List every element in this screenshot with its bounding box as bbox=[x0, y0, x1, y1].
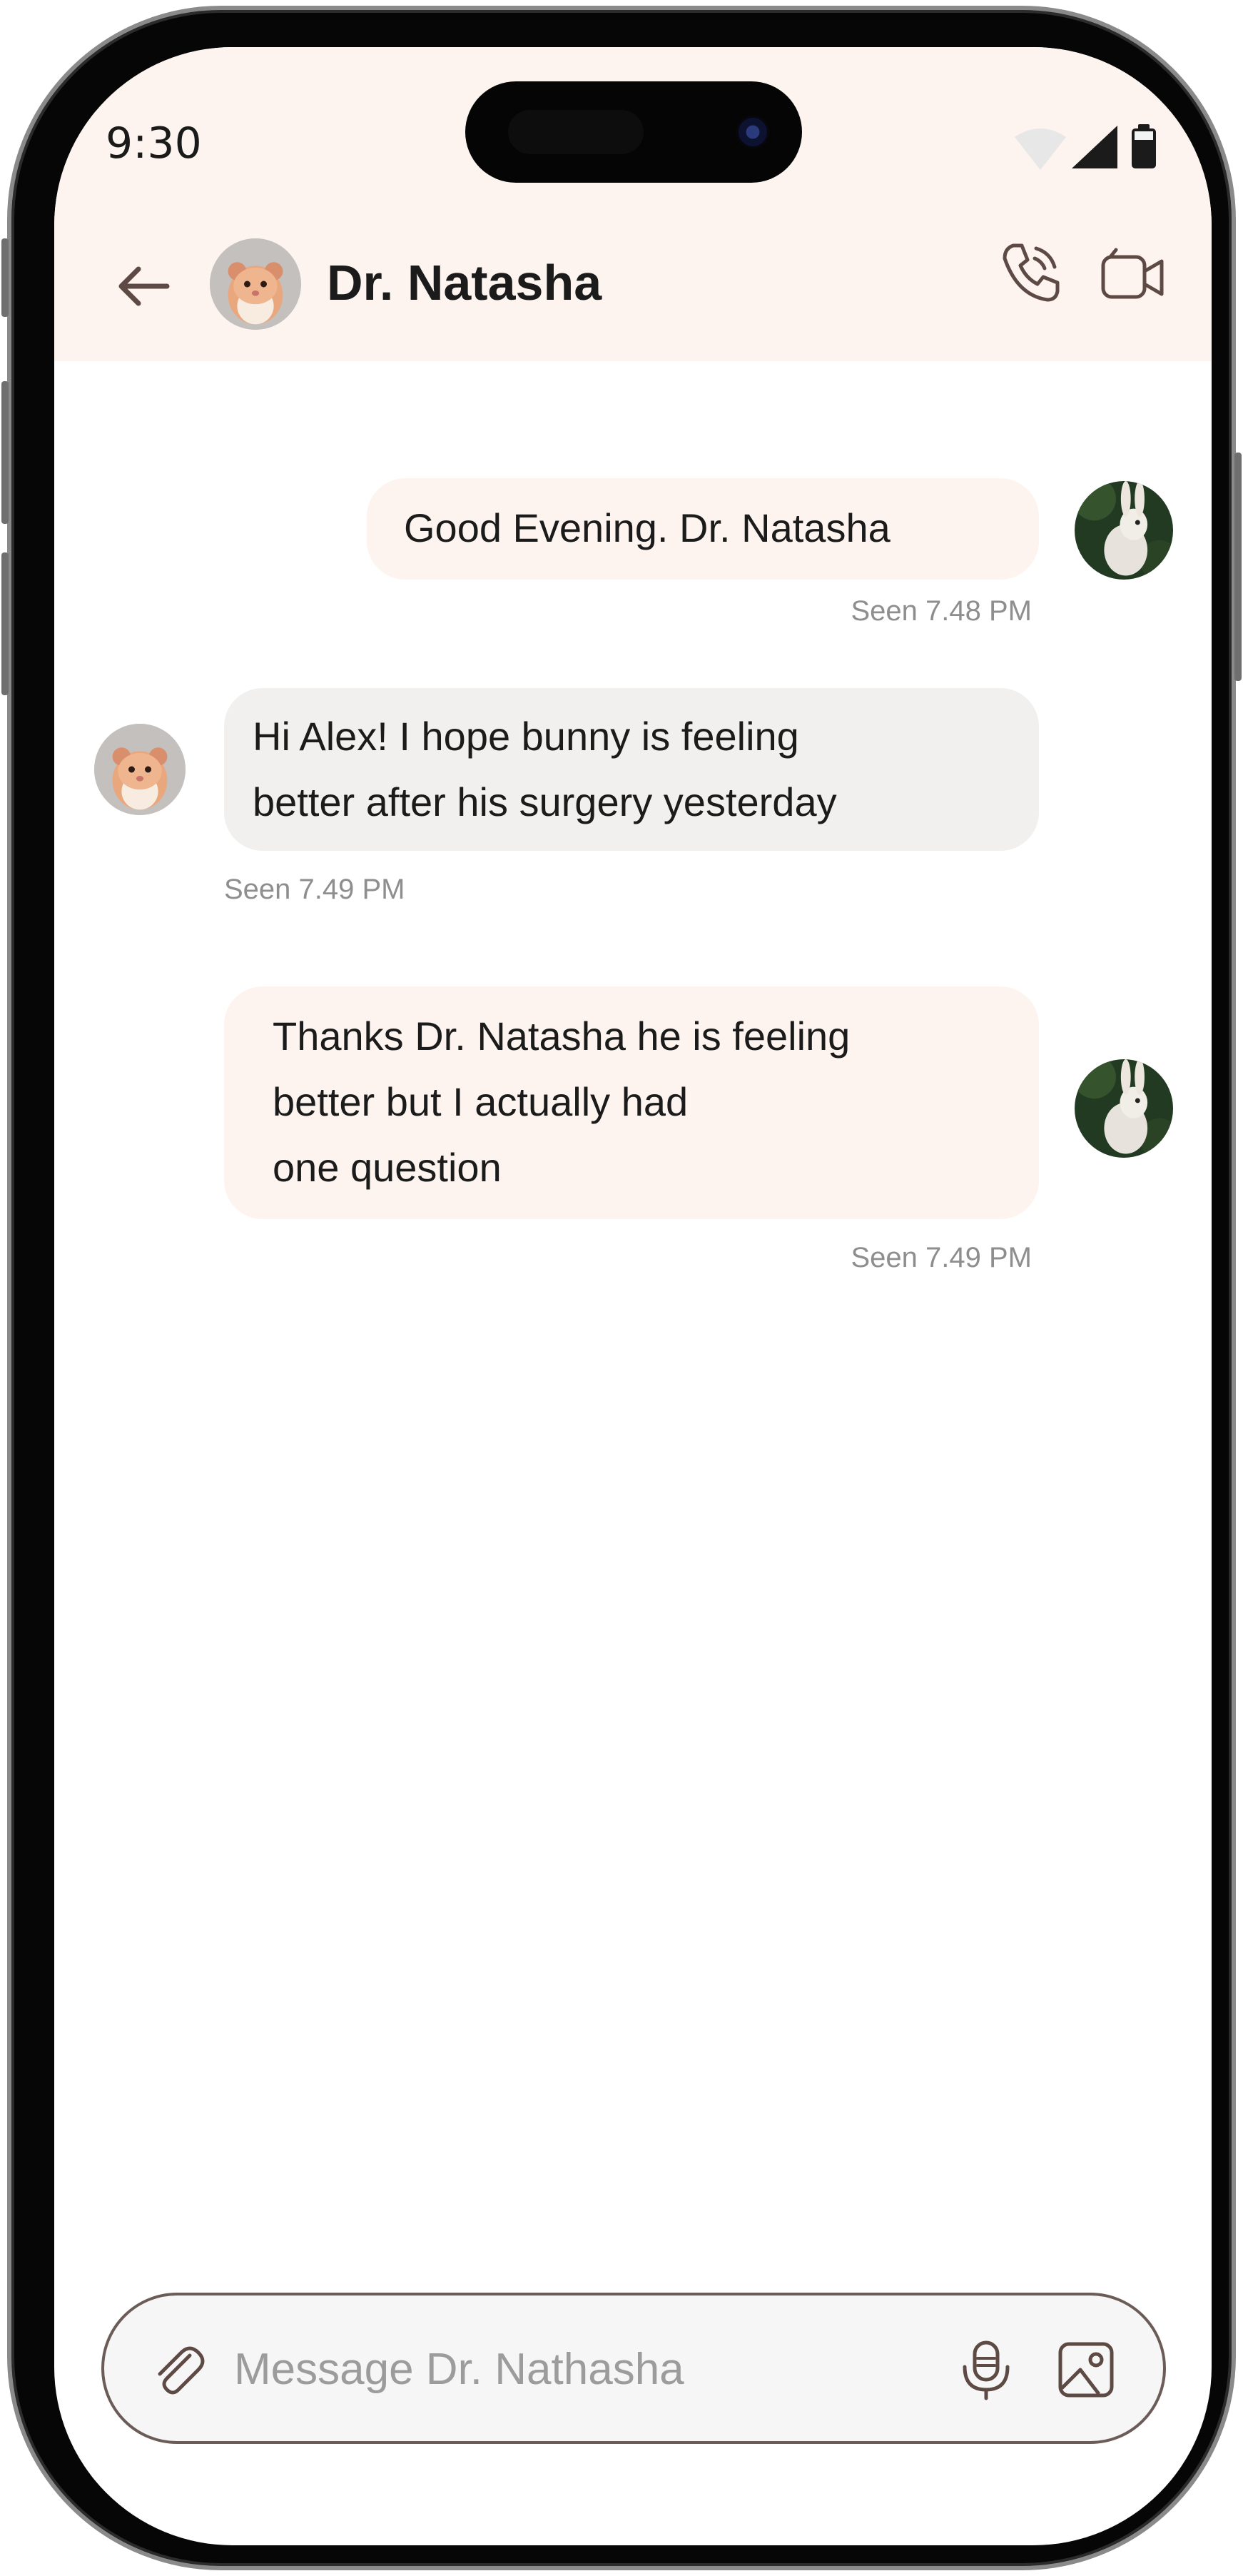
message-bubble-incoming[interactable]: Hi Alex! I hope bunny is feeling better … bbox=[224, 688, 1039, 851]
back-button[interactable] bbox=[111, 254, 176, 318]
message-line: Good Evening. Dr. Natasha bbox=[404, 505, 891, 550]
front-camera bbox=[736, 116, 769, 148]
video-call-button[interactable] bbox=[1097, 238, 1169, 310]
message-line: one question bbox=[273, 1145, 502, 1190]
hamster-avatar bbox=[210, 238, 301, 330]
message-bubble-outgoing[interactable]: Good Evening. Dr. Natasha bbox=[367, 478, 1039, 580]
seen-timestamp: Seen 7.48 PM bbox=[851, 595, 1033, 627]
message-line: better but I actually had bbox=[273, 1079, 689, 1124]
phone-frame: 9:30 Dr. Natasha Good Evening. Dr. Natas… bbox=[1, 6, 1242, 2570]
volume-up-button bbox=[1, 381, 9, 524]
send-image-button[interactable] bbox=[1053, 2337, 1119, 2403]
status-icons bbox=[1010, 124, 1167, 170]
message-composer bbox=[101, 2293, 1166, 2444]
voice-message-button[interactable] bbox=[953, 2337, 1019, 2403]
video-camera-icon bbox=[1101, 248, 1164, 299]
voice-call-button[interactable] bbox=[995, 236, 1066, 307]
message-line: better after his surgery yesterday bbox=[253, 779, 837, 824]
signal-icon bbox=[1072, 126, 1117, 168]
message-input[interactable] bbox=[233, 2337, 903, 2401]
status-time: 9:30 bbox=[106, 118, 202, 168]
bunny-avatar bbox=[1075, 481, 1173, 580]
contact-name: Dr. Natasha bbox=[327, 255, 602, 310]
wifi-icon bbox=[1015, 128, 1066, 170]
microphone-icon bbox=[963, 2340, 1010, 2400]
image-icon bbox=[1058, 2342, 1114, 2398]
message-bubble-outgoing[interactable]: Thanks Dr. Natasha he is feeling better … bbox=[224, 986, 1039, 1219]
action-button bbox=[1, 238, 9, 317]
sender-avatar bbox=[1075, 1059, 1173, 1158]
message-line: Hi Alex! I hope bunny is feeling bbox=[253, 714, 799, 759]
sender-avatar bbox=[94, 724, 186, 815]
chat-header: 9:30 Dr. Natasha bbox=[54, 47, 1212, 361]
phone-call-icon bbox=[1003, 243, 1060, 302]
face-sensor bbox=[508, 110, 644, 154]
seen-timestamp: Seen 7.49 PM bbox=[224, 874, 405, 905]
attach-button[interactable] bbox=[148, 2340, 208, 2400]
bunny-avatar bbox=[1075, 1059, 1173, 1158]
battery-icon bbox=[1132, 124, 1156, 168]
contact-avatar[interactable] bbox=[210, 238, 301, 330]
chat-screen: 9:30 Dr. Natasha Good Evening. Dr. Natas… bbox=[54, 47, 1212, 2545]
power-button bbox=[1234, 453, 1242, 681]
sender-avatar bbox=[1075, 481, 1173, 580]
back-arrow-icon bbox=[118, 266, 170, 306]
seen-timestamp: Seen 7.49 PM bbox=[851, 1242, 1033, 1273]
dynamic-island bbox=[465, 81, 802, 183]
paperclip-icon bbox=[158, 2346, 205, 2395]
hamster-avatar bbox=[94, 724, 186, 815]
volume-down-button bbox=[1, 552, 9, 695]
message-line: Thanks Dr. Natasha he is feeling bbox=[273, 1014, 851, 1059]
